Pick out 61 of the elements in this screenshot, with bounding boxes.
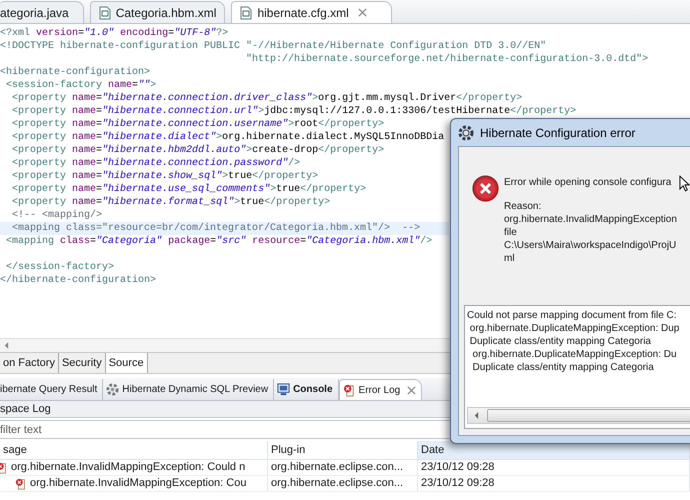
view-tab[interactable]: Error Log [338,379,422,400]
code-line: </hibernate-configuration> [0,274,156,287]
close-icon[interactable] [407,386,416,394]
gear-icon [106,383,120,396]
column-header[interactable]: sage [0,441,268,459]
code-line: <property name="hibernate.show_sql">true</property> [11,170,318,183]
code-line: <property name="hibernate.use_sql_comments">true</property> [11,183,366,196]
table-cell: 23/10/12 09:28 [421,460,494,475]
code-line: <mapping class="Categoria" package="src" resource="Categoria.hbm.xml"/> [5,235,432,248]
code-line: <property name="hibernate.connection.driver_class">org.gjt.mm.mysql.Driver</property> [11,92,522,105]
code-line: <property name="hibernate.connection.password"/> [11,157,300,170]
table-cell: 23/10/12 09:28 [421,476,494,491]
error-icon [342,384,356,396]
view-tab[interactable]: Console [274,379,339,400]
code-line: <mapping class="resource=br/com/integrator/Categoria.hbm.xml"/> --> [11,222,420,235]
cursor-icon [679,175,690,192]
left-arrow-icon[interactable] [4,342,9,349]
code-line: <session-factory name=""> [5,79,156,92]
editor-tab[interactable]: hibernate.cfg.xml [231,1,392,23]
details-text: Duplicate class/entity mapping Categoria [468,335,652,348]
error-message: Error while opening console configura [504,176,672,190]
details-text: Duplicate class/entity mapping Categoria [472,361,655,374]
code-line: <property name="hibernate.hbm2ddl.auto">create-drop</property> [11,144,384,157]
page-tab[interactable]: on Factory [0,353,59,373]
table-cell: org.hibernate.InvalidMappingException: Could n [11,460,246,475]
reason-text: org.hibernate.InvalidMappingException [504,213,677,226]
details-text: org.hibernate.DuplicateMappingException: Du [472,348,678,361]
table-cell: org.hibernate.eclipse.con... [271,460,404,475]
view-tab[interactable]: Hibernate Dynamic SQL Preview [103,379,274,400]
code-line: <?xml version="1.0" encoding="UTF-8"?> [0,27,228,40]
gear-icon [458,124,474,140]
view-tab[interactable]: ibernate Query Result [0,379,104,400]
close-icon[interactable] [358,8,367,17]
code-line: <!DOCTYPE hibernate-configuration PUBLIC "-//Hibernate/Hibernate Configuration DTD 3.0//EN" [0,40,546,53]
file-icon [240,6,252,20]
dialog-title: Hibernate Configuration error [480,126,636,140]
reason-text: file [504,226,518,239]
error-icon [472,175,499,202]
details-text: org.hibernate.DuplicateMappingException: Dup [468,322,680,335]
editor-tab[interactable]: ategoria.java [0,1,84,23]
table-cell: org.hibernate.eclipse.con... [271,476,404,491]
code-line: <property name="hibernate.format_sql">true</property> [11,196,330,209]
monitor-icon [277,383,290,396]
page-tab[interactable]: Source [106,353,148,373]
left-arrow-icon[interactable] [474,412,479,419]
file-icon [98,6,111,20]
table-cell: org.hibernate.InvalidMappingException: Cou [30,476,246,491]
code-line: <property name="hibernate.dialect">org.hibernate.dialect.MySQL5InnoDBDia [11,131,444,144]
reason-text: Reason: [504,200,542,213]
code-line: "http://hibernate.sourceforge.net/hibernate-configuration-3.0.dtd"> [245,53,648,66]
code-line: <property name="hibernate.connection.username">root</property> [11,118,384,131]
code-line: <!-- <mapping/> [11,209,102,222]
code-line: </session-factory> [5,261,114,274]
code-line: <property name="hibernate.connection.url">jdbc:mysql://127.0.0.1:3306/testHibernate</property> [11,105,576,118]
reason-text: ml [504,252,516,265]
details-text: Could not parse mapping document from file C: [467,309,678,322]
code-line: <hibernate-configuration> [0,66,150,79]
reason-text: C:\Users\Maira\workspaceIndigo\ProjU [504,239,677,252]
horizontal-scrollbar[interactable] [467,407,690,424]
editor-tab[interactable]: Categoria.hbm.xml [90,1,226,23]
error-icon [15,478,27,490]
